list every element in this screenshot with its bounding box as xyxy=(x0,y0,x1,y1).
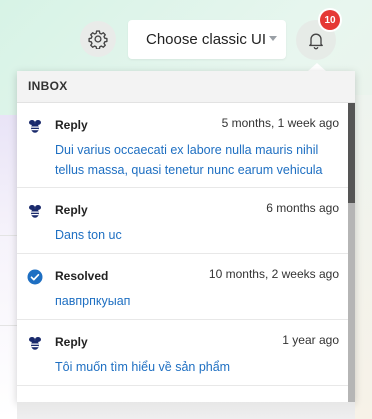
bee-icon xyxy=(29,120,41,133)
notification-item[interactable]: Reply 1 year ago Tôi muốn tìm hiểu về sả… xyxy=(17,320,355,386)
notification-list: Reply 5 months, 1 week ago Dui varius oc… xyxy=(17,103,355,386)
inbox-header: INBOX xyxy=(17,71,355,103)
notification-time: 1 year ago xyxy=(282,333,339,347)
ui-mode-select[interactable]: Choose classic UI xyxy=(128,20,286,59)
background-page-right xyxy=(355,95,372,419)
scrollbar-thumb[interactable] xyxy=(348,103,355,203)
bell-icon xyxy=(309,33,323,50)
ui-mode-select-label: Choose classic UI xyxy=(146,31,267,48)
notification-count-badge: 10 xyxy=(320,10,340,30)
gear-icon xyxy=(88,30,108,49)
notification-message-link[interactable]: Dans ton uc xyxy=(55,225,339,245)
top-bar: Choose classic UI 10 xyxy=(0,0,372,70)
notification-type: Reply xyxy=(55,203,88,217)
popover-bottom-edge xyxy=(17,402,355,419)
notification-type: Reply xyxy=(55,335,88,349)
notification-time: 6 months ago xyxy=(266,201,339,215)
bee-icon xyxy=(29,205,41,218)
notification-time: 10 months, 2 weeks ago xyxy=(208,267,339,281)
notification-type: Resolved xyxy=(55,269,109,283)
notification-message-link[interactable]: Tôi muốn tìm hiểu về sản phẩm xyxy=(55,357,339,377)
notifications-popover: INBOX Reply 5 months, 1 week ago Dui var… xyxy=(17,71,355,402)
notification-item[interactable]: Resolved 10 months, 2 weeks ago павпрпку… xyxy=(17,254,355,320)
notification-time: 5 months, 1 week ago xyxy=(221,116,339,130)
background-page-left xyxy=(0,115,18,419)
chevron-down-icon xyxy=(269,36,277,41)
notification-message-link[interactable]: Dui varius occaecati ex labore nulla mau… xyxy=(55,140,339,180)
settings-button[interactable] xyxy=(80,21,116,57)
notification-message-link[interactable]: павпрпкуыап xyxy=(55,291,339,311)
bee-icon xyxy=(29,337,41,350)
popover-arrow xyxy=(308,63,326,71)
notification-item[interactable]: Reply 5 months, 1 week ago Dui varius oc… xyxy=(17,103,355,188)
notification-type: Reply xyxy=(55,118,88,132)
notification-item[interactable]: Reply 6 months ago Dans ton uc xyxy=(17,188,355,254)
check-circle-icon xyxy=(27,269,43,285)
